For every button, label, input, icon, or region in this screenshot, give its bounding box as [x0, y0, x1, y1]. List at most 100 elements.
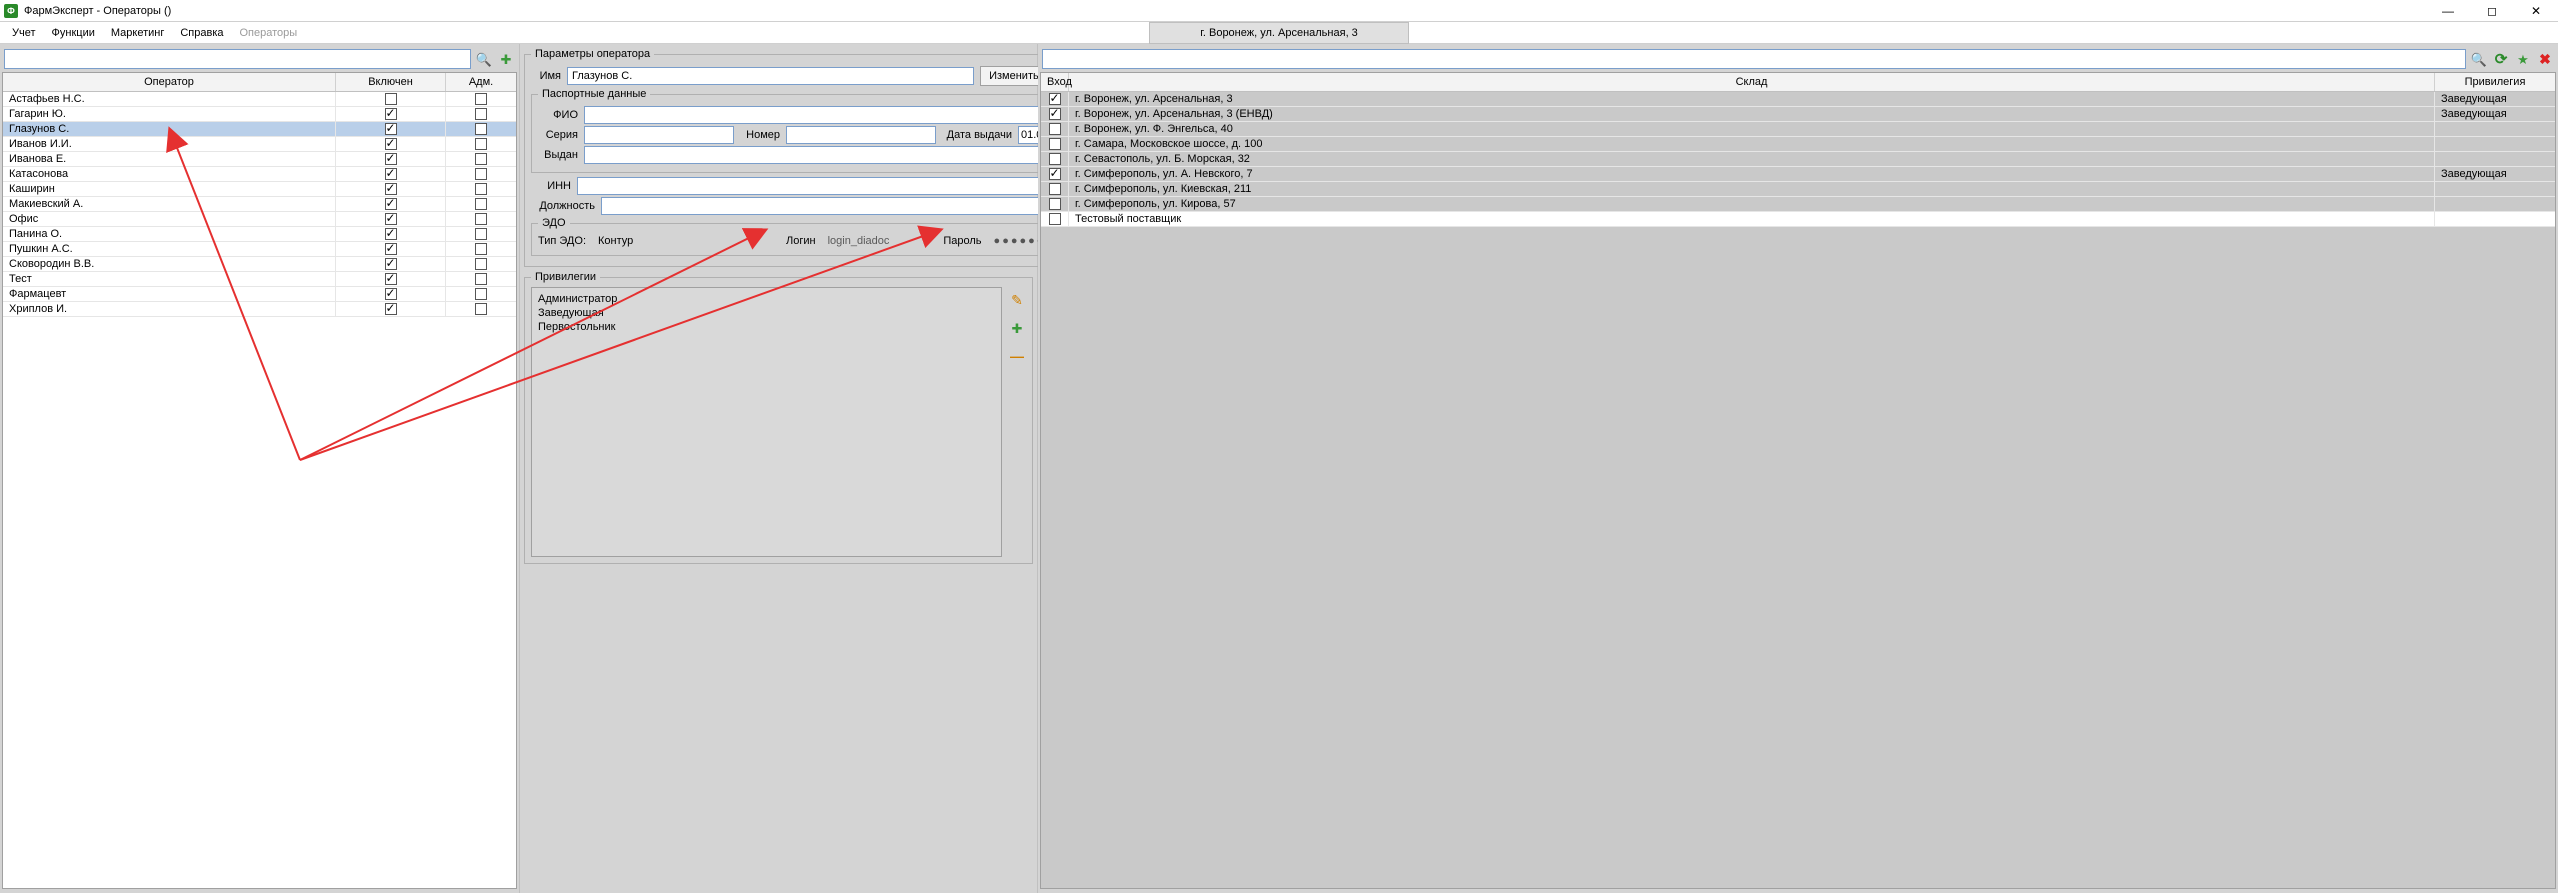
menu-uchet[interactable]: Учет [4, 25, 44, 41]
table-row[interactable]: Тест [3, 272, 516, 287]
window-close-button[interactable]: ✕ [2514, 0, 2558, 22]
col-warehouse[interactable]: Склад [1069, 73, 2435, 91]
table-row[interactable]: Фармацевт [3, 287, 516, 302]
table-row[interactable]: Иванова Е. [3, 152, 516, 167]
position-input[interactable] [601, 197, 1087, 215]
operator-admin[interactable] [446, 302, 516, 316]
operator-admin[interactable] [446, 257, 516, 271]
menu-functions[interactable]: Функции [44, 25, 103, 41]
table-row[interactable]: г. Самара, Московское шоссе, д. 100 [1041, 137, 2555, 152]
operator-admin[interactable] [446, 287, 516, 301]
menu-marketing[interactable]: Маркетинг [103, 25, 172, 41]
privilege-item[interactable]: Заведующая [538, 306, 995, 320]
add-operator-icon[interactable] [497, 50, 515, 68]
privilege-add-icon[interactable] [1008, 319, 1026, 337]
warehouse-enabled[interactable] [1041, 137, 1069, 151]
passport-series-input[interactable] [584, 126, 734, 144]
col-privilege[interactable]: Привилегия [2435, 73, 2555, 91]
operator-enabled[interactable] [336, 257, 446, 271]
table-row[interactable]: Хриплов И. [3, 302, 516, 317]
search-icon[interactable] [2470, 50, 2488, 68]
search-icon[interactable] [475, 50, 493, 68]
operators-grid[interactable]: Оператор Включен Адм. Астафьев Н.С.Гагар… [2, 72, 517, 889]
warehouse-enabled[interactable] [1041, 182, 1069, 196]
window-minimize-button[interactable]: — [2426, 0, 2470, 22]
col-operator[interactable]: Оператор [3, 73, 336, 91]
privileges-list[interactable]: АдминистраторЗаведующаяПервостольник [531, 287, 1002, 557]
col-entry[interactable]: Вход [1041, 73, 1069, 91]
operator-admin[interactable] [446, 167, 516, 181]
operator-enabled[interactable] [336, 272, 446, 286]
warehouse-enabled[interactable] [1041, 122, 1069, 136]
operators-search-input[interactable] [4, 49, 471, 69]
warehouse-enabled[interactable] [1041, 167, 1069, 181]
table-row[interactable]: Пушкин А.С. [3, 242, 516, 257]
issued-by-input[interactable] [584, 146, 1080, 164]
privilege-item[interactable]: Первостольник [538, 320, 995, 334]
table-row[interactable]: Астафьев Н.С. [3, 92, 516, 107]
table-row[interactable]: Каширин [3, 182, 516, 197]
table-row[interactable]: г. Симферополь, ул. Кирова, 57 [1041, 197, 2555, 212]
table-row[interactable]: г. Воронеж, ул. Ф. Энгельса, 40 [1041, 122, 2555, 137]
operator-admin[interactable] [446, 92, 516, 106]
warehouse-enabled[interactable] [1041, 92, 1069, 106]
inn-input[interactable] [577, 177, 1087, 195]
col-admin[interactable]: Адм. [446, 73, 516, 91]
operator-admin[interactable] [446, 107, 516, 121]
table-row[interactable]: Панина О. [3, 227, 516, 242]
operator-admin[interactable] [446, 242, 516, 256]
operator-admin[interactable] [446, 182, 516, 196]
table-row[interactable]: г. Воронеж, ул. Арсенальная, 3 (ЕНВД)Зав… [1041, 107, 2555, 122]
operator-enabled[interactable] [336, 182, 446, 196]
operator-enabled[interactable] [336, 212, 446, 226]
name-input[interactable] [567, 67, 974, 85]
operator-enabled[interactable] [336, 197, 446, 211]
operator-enabled[interactable] [336, 107, 446, 121]
operator-admin[interactable] [446, 122, 516, 136]
table-row[interactable]: Глазунов С. [3, 122, 516, 137]
table-row[interactable]: Катасонова [3, 167, 516, 182]
operator-enabled[interactable] [336, 167, 446, 181]
privilege-item[interactable]: Администратор [538, 292, 995, 306]
operator-enabled[interactable] [336, 242, 446, 256]
table-row[interactable]: г. Симферополь, ул. А. Невского, 7Заведу… [1041, 167, 2555, 182]
refresh-icon[interactable] [2492, 50, 2510, 68]
operator-admin[interactable] [446, 137, 516, 151]
menu-help[interactable]: Справка [172, 25, 231, 41]
table-row[interactable]: Гагарин Ю. [3, 107, 516, 122]
operator-admin[interactable] [446, 272, 516, 286]
fio-input[interactable] [584, 106, 1080, 124]
table-row[interactable]: Тестовый поставщик [1041, 212, 2555, 227]
delete-warehouse-icon[interactable] [2536, 50, 2554, 68]
operator-enabled[interactable] [336, 152, 446, 166]
operator-enabled[interactable] [336, 227, 446, 241]
table-row[interactable]: Макиевский А. [3, 197, 516, 212]
warehouses-grid[interactable]: Вход Склад Привилегия г. Воронеж, ул. Ар… [1040, 72, 2556, 889]
table-row[interactable]: г. Симферополь, ул. Киевская, 211 [1041, 182, 2555, 197]
warehouse-enabled[interactable] [1041, 212, 1069, 226]
operator-enabled[interactable] [336, 137, 446, 151]
add-warehouse-icon[interactable] [2514, 50, 2532, 68]
warehouse-enabled[interactable] [1041, 152, 1069, 166]
warehouse-enabled[interactable] [1041, 197, 1069, 211]
privilege-remove-icon[interactable] [1008, 347, 1026, 365]
warehouse-enabled[interactable] [1041, 107, 1069, 121]
window-maximize-button[interactable]: ◻ [2470, 0, 2514, 22]
operator-admin[interactable] [446, 212, 516, 226]
col-enabled[interactable]: Включен [336, 73, 446, 91]
table-row[interactable]: Сковородин В.В. [3, 257, 516, 272]
operator-admin[interactable] [446, 197, 516, 211]
warehouses-search-input[interactable] [1042, 49, 2466, 69]
table-row[interactable]: г. Севастополь, ул. Б. Морская, 32 [1041, 152, 2555, 167]
table-row[interactable]: Иванов И.И. [3, 137, 516, 152]
table-row[interactable]: г. Воронеж, ул. Арсенальная, 3Заведующая [1041, 92, 2555, 107]
operator-admin[interactable] [446, 152, 516, 166]
table-row[interactable]: Офис [3, 212, 516, 227]
operator-enabled[interactable] [336, 287, 446, 301]
operator-enabled[interactable] [336, 92, 446, 106]
passport-number-input[interactable] [786, 126, 936, 144]
privilege-edit-icon[interactable] [1008, 291, 1026, 309]
operator-enabled[interactable] [336, 122, 446, 136]
operator-enabled[interactable] [336, 302, 446, 316]
operator-admin[interactable] [446, 227, 516, 241]
